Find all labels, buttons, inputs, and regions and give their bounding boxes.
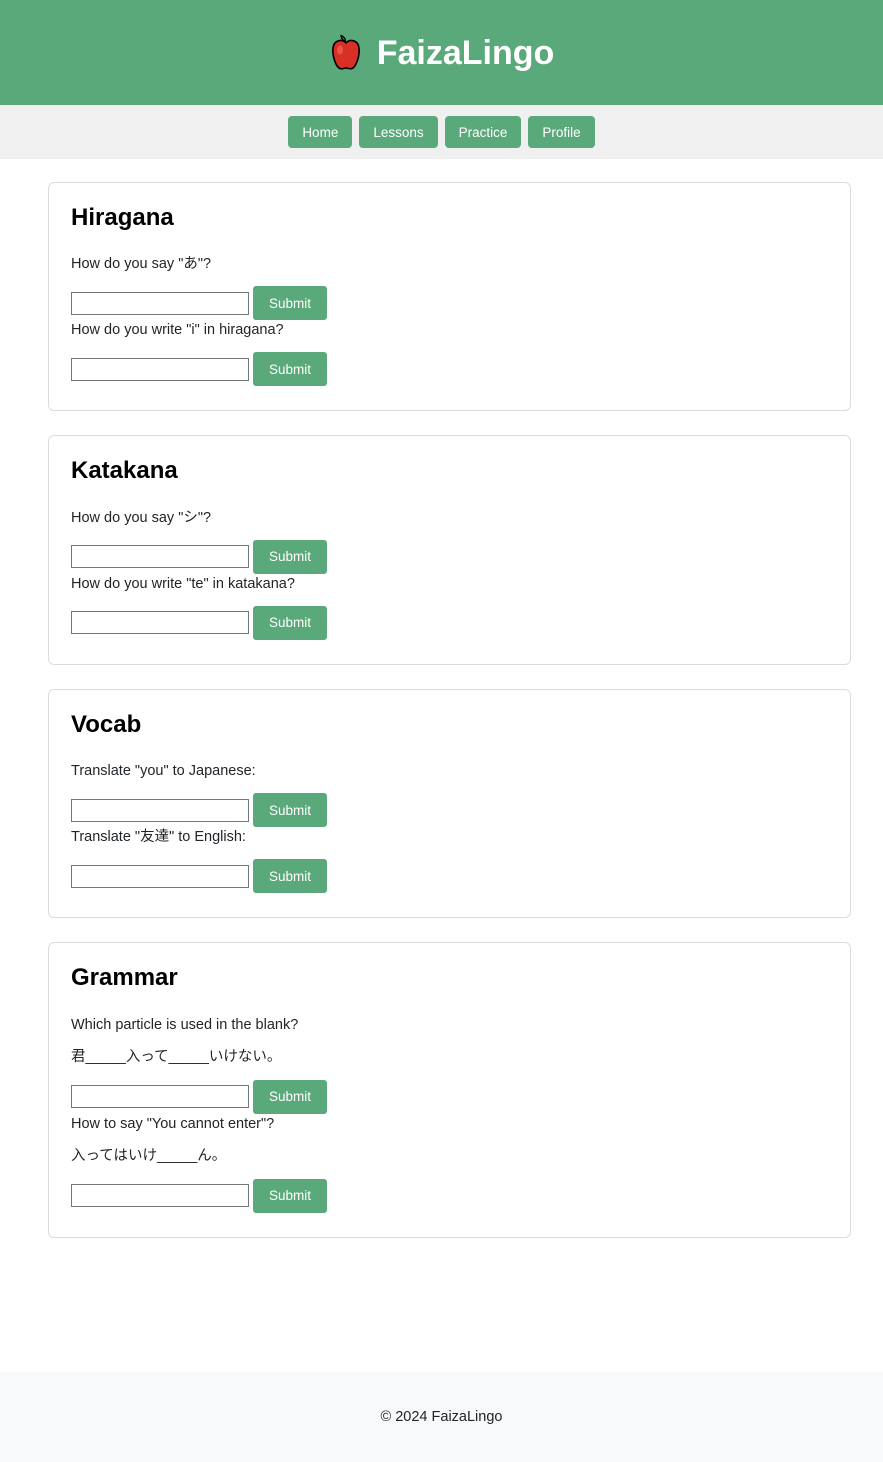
question-prompt: How do you write "i" in hiragana? [71,322,284,339]
nav-item-home[interactable]: Home [288,116,353,148]
question-sentence: 君_____入って_____いけない。 [71,1048,282,1065]
question-block: How do you say "あ"? Submit [71,254,828,321]
section-card-katakana: Katakana How do you say "シ"? Submit How … [48,435,851,665]
question-prompt: How do you say "シ"? [71,509,212,526]
question-prompt: Translate "友達" to English: [71,829,246,846]
nav-item-lessons[interactable]: Lessons [359,116,438,148]
section-card-grammar: Grammar Which particle is used in the bl… [48,942,851,1238]
section-title: Hiragana [71,204,174,231]
section-title: Grammar [71,964,178,992]
answer-input[interactable] [71,798,249,822]
main-navigation: Home Lessons Practice Profile [0,105,883,159]
nav-item-profile[interactable]: Profile [528,116,595,148]
copyright-text: © 2024 FaizaLingo [380,1409,503,1425]
answer-row: Submit [71,605,828,640]
submit-button[interactable]: Submit [253,352,328,387]
question-block: Translate "you" to Japanese: Submit [71,761,828,828]
question-block: How to say "You cannot enter"? 入ってはいけ___… [71,1114,828,1213]
answer-row: Submit [71,286,828,321]
question-block: How do you write "i" in hiragana? Submit [71,320,828,387]
apple-icon [329,34,363,72]
question-prompt: How to say "You cannot enter"? [71,1115,275,1132]
question-prompt: How do you say "あ"? [71,256,212,273]
submit-button[interactable]: Submit [253,539,328,574]
question-block: Which particle is used in the blank? 君__… [71,1015,828,1114]
section-title: Katakana [71,457,178,485]
submit-button[interactable]: Submit [253,286,328,321]
submit-button[interactable]: Submit [253,859,328,894]
question-sentence: 入ってはいけ_____ん。 [71,1147,227,1164]
answer-input[interactable] [71,357,249,381]
question-prompt: Which particle is used in the blank? [71,1016,299,1033]
answer-row: Submit [71,793,828,828]
answer-row: Submit [71,539,828,574]
submit-button[interactable]: Submit [253,1178,328,1213]
answer-row: Submit [71,352,828,387]
submit-button[interactable]: Submit [253,793,328,828]
section-card-vocab: Vocab Translate "you" to Japanese: Submi… [48,688,851,919]
submit-button[interactable]: Submit [253,1079,328,1114]
section-title: Vocab [71,710,142,738]
app-root: FaizaLingo Home Lessons Practice Profile… [0,0,883,1462]
answer-input[interactable] [71,545,249,569]
submit-button[interactable]: Submit [253,605,328,640]
section-card-hiragana: Hiragana How do you say "あ"? Submit How … [48,182,851,412]
question-block: Translate "友達" to English: Submit [71,827,828,894]
answer-input[interactable] [71,1085,249,1109]
answer-input[interactable] [71,291,249,315]
answer-input[interactable] [71,1184,249,1208]
site-footer: © 2024 FaizaLingo [0,1372,883,1462]
question-prompt: How do you write "te" in katakana? [71,575,295,592]
site-header: FaizaLingo [0,0,883,105]
page-title: FaizaLingo [376,33,555,72]
answer-input[interactable] [71,864,249,888]
brand: FaizaLingo [329,33,555,72]
nav-item-practice[interactable]: Practice [444,116,522,148]
question-prompt: Translate "you" to Japanese: [71,763,256,780]
question-block: How do you say "シ"? Submit [71,508,828,574]
answer-row: Submit [71,1079,828,1114]
main-content: Hiragana How do you say "あ"? Submit How … [0,159,883,1372]
answer-input[interactable] [71,611,249,635]
answer-row: Submit [71,1178,828,1213]
answer-row: Submit [71,859,828,894]
question-block: How do you write "te" in katakana? Submi… [71,574,828,640]
